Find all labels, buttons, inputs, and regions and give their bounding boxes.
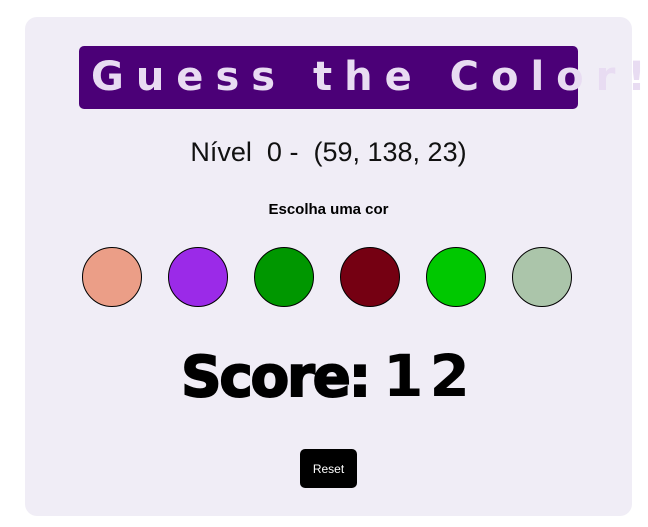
reset-button[interactable]: Reset <box>300 449 357 488</box>
level-row: Nível 0 - (59, 138, 23) <box>25 137 632 168</box>
level-label: Nível <box>190 137 252 167</box>
level-number: 0 <box>266 137 282 167</box>
color-option-3[interactable] <box>254 247 314 307</box>
instruction-text: Escolha uma cor <box>268 201 389 218</box>
score-display: Score: 12 <box>25 342 632 411</box>
color-option-4[interactable] <box>340 247 400 307</box>
level-separator: - <box>289 137 299 167</box>
game-title: Guess the Color! <box>79 46 646 109</box>
color-option-5[interactable] <box>426 247 486 307</box>
target-rgb: (59, 138, 23) <box>313 137 467 167</box>
color-option-6[interactable] <box>512 247 572 307</box>
score-value: 12 <box>383 342 476 410</box>
color-option-2[interactable] <box>168 247 228 307</box>
color-option-1[interactable] <box>82 247 142 307</box>
color-options <box>82 247 582 311</box>
game-card: Guess the Color! Nível 0 - (59, 138, 23)… <box>25 17 646 516</box>
score-label: Score: <box>180 344 372 411</box>
